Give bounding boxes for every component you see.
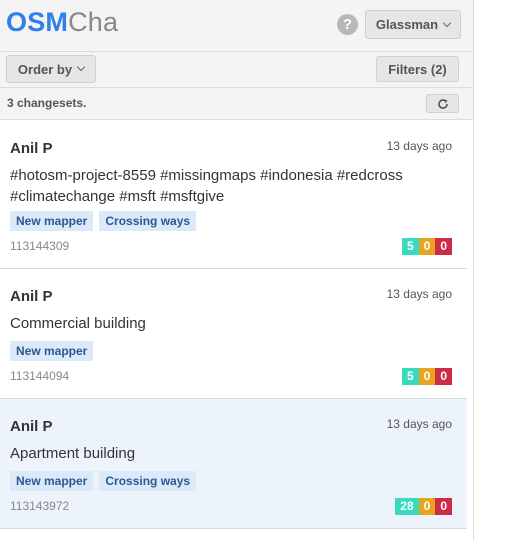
changeset-list-item-selected[interactable]: Anil P 13 days ago Apartment building Ne… <box>0 399 467 529</box>
tag-new-mapper: New mapper <box>10 471 94 491</box>
chevron-down-icon <box>442 18 452 27</box>
filters-button[interactable]: Filters (2) <box>376 56 459 82</box>
changeset-comment: Commercial building <box>10 315 146 332</box>
changeset-id: 113143972 <box>10 499 70 513</box>
order-by-button[interactable]: Order by <box>6 55 96 83</box>
changeset-count-bar: 3 changesets. <box>0 88 473 120</box>
create-count: 28 <box>395 498 419 515</box>
modify-count: 0 <box>418 238 436 255</box>
user-menu-button[interactable]: Glassman <box>365 10 461 39</box>
changeset-tags: New mapper Crossing ways <box>10 471 197 491</box>
logo-cha-text: Cha <box>68 7 119 37</box>
changeset-id: 113144094 <box>10 369 70 383</box>
modify-count: 0 <box>418 368 436 385</box>
delete-count: 0 <box>435 368 452 385</box>
tag-new-mapper: New mapper <box>10 211 94 231</box>
tag-crossing-ways: Crossing ways <box>99 211 197 231</box>
order-by-label: Order by <box>17 61 73 77</box>
changeset-time: 13 days ago <box>386 287 452 301</box>
changeset-tags: New mapper <box>10 341 94 361</box>
modify-count: 0 <box>418 498 436 515</box>
osmcha-logo[interactable]: OSMCha <box>6 7 118 38</box>
user-menu-label: Glassman <box>375 17 439 32</box>
changeset-comment: #hotosm-project-8559 #missingmaps #indon… <box>10 167 403 205</box>
changeset-user: Anil P <box>10 140 53 157</box>
changeset-user: Anil P <box>10 418 53 435</box>
logo-osm-text: OSM <box>6 7 69 37</box>
changeset-list-item[interactable]: Anil P 13 days ago #hotosm-project-8559 … <box>0 120 467 269</box>
refresh-button[interactable] <box>426 94 459 113</box>
changeset-edit-counts: 5 0 0 <box>401 238 452 255</box>
delete-count: 0 <box>435 238 452 255</box>
changeset-comment: Apartment building <box>10 445 136 462</box>
refresh-icon <box>437 98 448 109</box>
delete-count: 0 <box>435 498 452 515</box>
tag-new-mapper: New mapper <box>10 341 94 361</box>
changeset-id: 113144309 <box>10 239 70 253</box>
changeset-edit-counts: 28 0 0 <box>395 498 452 515</box>
changeset-count: 3 changesets. <box>7 96 87 110</box>
changeset-time: 13 days ago <box>386 139 452 153</box>
create-count: 5 <box>401 238 419 255</box>
tag-crossing-ways: Crossing ways <box>99 471 197 491</box>
changeset-user: Anil P <box>10 288 53 305</box>
create-count: 5 <box>401 368 419 385</box>
changeset-tags: New mapper Crossing ways <box>10 211 197 231</box>
help-icon[interactable]: ? <box>337 14 358 35</box>
changeset-time: 13 days ago <box>386 417 452 431</box>
list-toolbar: Order by Filters (2) <box>0 52 473 88</box>
changeset-edit-counts: 5 0 0 <box>401 368 452 385</box>
app-header: OSMCha ? Glassman <box>0 0 473 52</box>
chevron-down-icon <box>76 62 86 72</box>
changeset-sidebar: OSMCha ? Glassman Order by Filters (2) 3… <box>0 0 474 540</box>
changeset-list-item[interactable]: Anil P 13 days ago Commercial building N… <box>0 269 467 399</box>
